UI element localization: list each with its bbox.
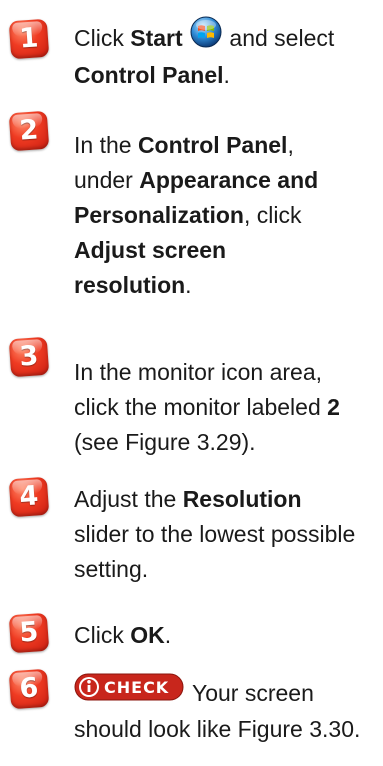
check-badge-icon: CHECK [74,672,184,712]
step-3-text: In the monitor icon area, click the moni… [74,359,340,455]
step-number-badge: 3 [8,336,50,378]
step-number-badge: 6 [8,668,50,710]
check-label: CHECK [104,678,169,697]
step-number-badge: 4 [8,476,50,518]
step-number-badge: 1 [8,18,50,60]
step-6-text: CHECK Your screen should look like Figur… [74,673,379,747]
step-5-text: Click OK. [74,622,172,648]
step-number-badge: 2 [8,110,50,152]
step-1-text: Click Start and select Control Panel. [74,16,379,93]
start-label: Start [130,25,183,51]
step-4-text: Adjust the Resolution slider to the lowe… [74,486,356,582]
windows-start-orb-icon [190,16,222,58]
step-number-badge: 5 [8,612,50,654]
step-2-text: In the Control Panel, under Appearance a… [74,132,319,298]
